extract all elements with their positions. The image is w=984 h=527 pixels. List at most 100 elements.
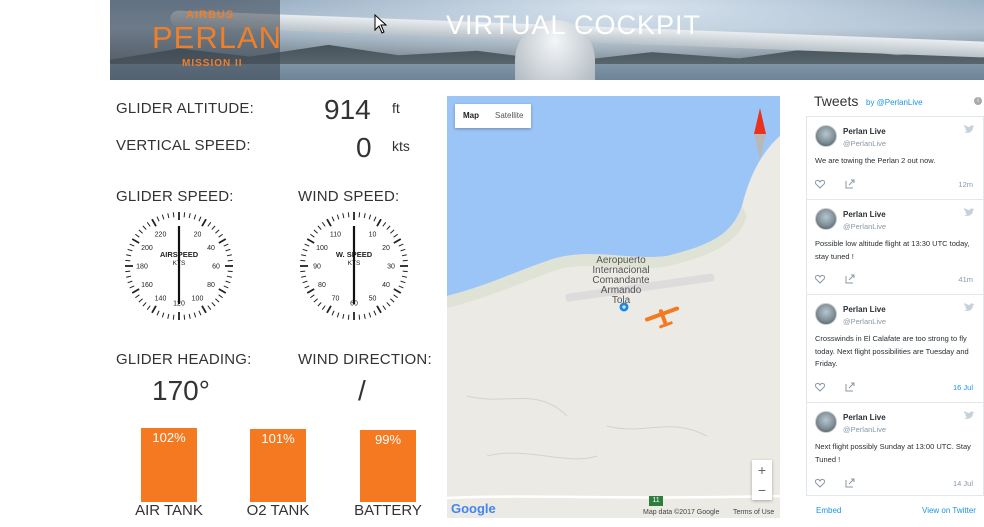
map-type-map-button[interactable]: Map [455,104,487,128]
tweet-date[interactable]: 12m [958,180,973,189]
gauge-tick [156,216,160,222]
zoom-in-button[interactable]: + [752,460,772,480]
gauge-tick [400,280,406,284]
perlan-logo[interactable]: AIRBUS PERLAN MISSION II [110,0,281,80]
tweet-card[interactable]: Perlan Live @PerlanLive Possible low alt… [807,200,983,295]
tweet-card[interactable]: Perlan Live @PerlanLive Next flight poss… [807,403,983,495]
embed-link[interactable]: Embed [816,506,841,515]
heart-icon[interactable] [815,274,825,284]
twitter-bird-icon[interactable] [963,125,975,135]
gauge-tick [310,233,315,238]
tweet-card[interactable]: Perlan Live @PerlanLive We are towing th… [807,117,983,200]
gauge-tick [402,259,408,262]
gauge-tick [151,218,157,227]
gauge-tick [386,225,391,230]
gauge-tick [207,222,212,227]
gauge-tick [218,238,227,244]
gauge-tick [135,233,140,238]
altitude-label: GLIDER ALTITUDE: [116,100,254,117]
share-icon[interactable] [845,478,855,488]
gauge-tick [401,254,407,257]
avatar[interactable] [815,125,837,147]
gauge-tick [382,305,387,310]
gauge-tick [183,212,186,218]
tweet-author-name[interactable]: Perlan Live [843,210,886,219]
view-on-twitter-link[interactable]: View on Twitter [922,506,976,515]
gauge-tick [300,259,306,262]
gauge-tick [138,229,143,234]
gauge-tick [127,248,133,252]
zoom-out-button[interactable]: − [752,480,772,500]
battery-value: 99% [374,432,402,447]
tweet-date[interactable]: 41m [958,275,973,284]
map-type-satellite-button[interactable]: Satellite [487,104,531,128]
gauge-tick [313,229,318,234]
heart-icon[interactable] [815,382,825,392]
gauge-tick [401,275,407,278]
tweets-by-link[interactable]: by @PerlanLive [866,98,923,107]
gauge-tick-label: 80 [318,282,326,289]
o2-tank-bar: 101% [250,429,306,502]
map-type-control: Map Satellite [455,104,532,128]
gauge-tick [306,288,315,294]
share-icon[interactable] [845,274,855,284]
tweet-author-name[interactable]: Perlan Live [843,305,886,314]
heart-icon[interactable] [815,179,825,189]
tweet-author-handle[interactable]: @PerlanLive [843,425,886,434]
gauge-tick [382,222,387,227]
wind-direction-value: / [358,375,366,406]
tweet-author-handle[interactable]: @PerlanLive [843,317,886,326]
gauge-tick [368,214,372,220]
zoom-control: + − [752,460,772,500]
avatar[interactable] [815,411,837,433]
gauge-tick-label: 70 [332,296,340,303]
tweet-author-name[interactable]: Perlan Live [843,413,886,422]
gauge-tick [183,314,186,320]
gauge-tick [304,243,310,247]
gauge-tick [402,270,408,273]
gauge-tick [376,218,382,227]
gauge-tick [342,313,345,319]
gauge-tick-label: 30 [387,264,395,271]
gauge-tick [198,310,202,316]
avatar[interactable] [815,303,837,325]
share-icon[interactable] [845,382,855,392]
map-view[interactable]: Map Satellite Aeropuerto Internacional C… [447,96,780,518]
tweet-author-name[interactable]: Perlan Live [843,127,886,136]
tweet-date[interactable]: 16 Jul [953,383,973,392]
gauge-tick [321,305,326,310]
heart-icon[interactable] [815,478,825,488]
mouse-cursor-icon [374,14,388,34]
tweet-card[interactable]: Perlan Live @PerlanLive Crosswinds in El… [807,295,983,403]
map-terms-link[interactable]: Terms of Use [733,509,774,516]
gauge-tick [400,248,406,252]
gauge-tick [172,314,175,320]
gauge-tick [317,302,322,307]
gauge-tick-label: 80 [207,282,215,289]
gauge-tick [146,305,151,310]
share-icon[interactable] [845,179,855,189]
tweet-date[interactable]: 14 Jul [953,479,973,488]
gauge-tick [218,288,227,294]
gauge-tick [218,233,223,238]
twitter-bird-icon[interactable] [963,208,975,218]
twitter-bird-icon[interactable] [963,411,975,421]
info-icon[interactable]: i [974,97,982,105]
battery-label: BATTERY [354,502,422,519]
tweet-author-handle[interactable]: @PerlanLive [843,139,886,148]
air-tank-value: 102% [152,430,186,445]
gauge-tick [211,225,216,230]
tweet-list[interactable]: Perlan Live @PerlanLive We are towing th… [806,116,984,496]
tweet-author-handle[interactable]: @PerlanLive [843,222,886,231]
gauge-tick [326,218,332,227]
avatar[interactable] [815,208,837,230]
vertical-speed-value: 0 [356,132,372,163]
gauge-tick [347,314,350,320]
google-logo[interactable]: Google [451,501,496,516]
twitter-bird-icon[interactable] [963,303,975,313]
gauge-tick [363,213,366,219]
airport-label: Aeropuerto Internacional Comandante Arma… [592,255,650,306]
gauge-tick [167,313,170,319]
gauge-tick [125,259,131,262]
header-banner: AIRBUS PERLAN MISSION II VIRTUAL COCKPIT [110,0,984,80]
